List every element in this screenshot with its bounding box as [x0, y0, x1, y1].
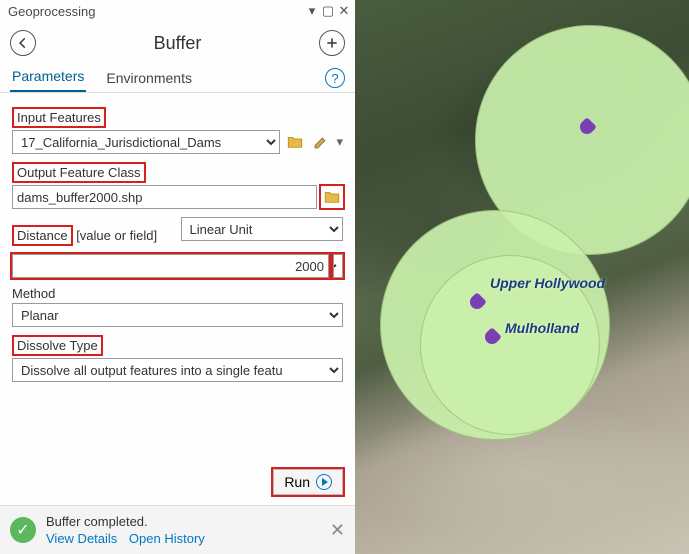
play-icon — [316, 474, 332, 490]
maximize-icon[interactable]: ▢ — [321, 4, 335, 18]
run-label: Run — [284, 474, 310, 490]
plus-icon — [325, 36, 339, 50]
parameters-form: Input Features 17_California_Jurisdictio… — [0, 93, 355, 459]
distance-mode-select[interactable]: Linear Unit — [181, 217, 344, 241]
run-button[interactable]: Run — [273, 469, 343, 495]
status-bar: ✓ Buffer completed. View Details Open Hi… — [0, 505, 355, 554]
edit-input-button[interactable] — [310, 131, 332, 153]
chevron-down-icon[interactable]: ▾ — [336, 134, 343, 150]
geoprocessing-panel: Geoprocessing ▾ ▢ ✕ Buffer Parameters En… — [0, 0, 355, 554]
run-row: Run — [0, 459, 355, 505]
panel-title: Geoprocessing — [8, 4, 95, 19]
help-button[interactable]: ? — [325, 68, 345, 88]
tool-header: Buffer — [0, 22, 355, 64]
status-title: Buffer completed. — [46, 514, 330, 529]
browse-output-button[interactable] — [321, 186, 343, 208]
tab-bar: Parameters Environments ? — [0, 64, 355, 93]
output-feature-class-label: Output Feature Class — [12, 162, 146, 183]
dissolve-type-select[interactable]: Dissolve all output features into a sing… — [12, 358, 343, 382]
distance-label: Distance [value or field] — [12, 225, 157, 246]
status-body: Buffer completed. View Details Open Hist… — [46, 514, 330, 546]
tab-environments[interactable]: Environments — [104, 66, 194, 92]
check-icon: ✓ — [10, 517, 36, 543]
pencil-icon — [313, 134, 329, 150]
dissolve-type-label: Dissolve Type — [12, 335, 103, 356]
output-feature-class-input[interactable] — [12, 185, 317, 209]
close-icon[interactable]: ✕ — [337, 4, 351, 18]
dam-label-mulholland: Mulholland — [505, 320, 579, 336]
status-close-button[interactable]: ✕ — [330, 520, 345, 541]
back-button[interactable] — [10, 30, 36, 56]
add-button[interactable] — [319, 30, 345, 56]
folder-icon — [286, 133, 304, 151]
distance-unit-select[interactable]: Meters — [333, 254, 343, 278]
input-features-label: Input Features — [12, 107, 106, 128]
tab-parameters[interactable]: Parameters — [10, 64, 86, 92]
panel-titlebar: Geoprocessing ▾ ▢ ✕ — [0, 0, 355, 22]
distance-value-input[interactable] — [12, 254, 329, 278]
open-history-link[interactable]: Open History — [129, 531, 205, 546]
folder-icon — [323, 188, 341, 206]
browse-input-button[interactable] — [284, 131, 306, 153]
view-details-link[interactable]: View Details — [46, 531, 117, 546]
map-view[interactable]: Upper Hollywood Mulholland — [355, 0, 689, 554]
input-features-select[interactable]: 17_California_Jurisdictional_Dams — [12, 130, 280, 154]
method-label: Method — [12, 286, 55, 301]
method-select[interactable]: Planar — [12, 303, 343, 327]
dam-label-upper-hollywood: Upper Hollywood — [490, 275, 605, 291]
tool-title: Buffer — [36, 33, 319, 54]
back-arrow-icon — [16, 36, 30, 50]
chevron-down-icon[interactable]: ▾ — [305, 4, 319, 18]
